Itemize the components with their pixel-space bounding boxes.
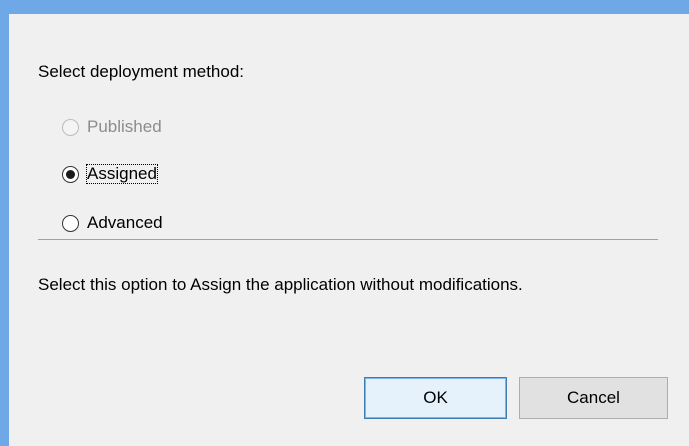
radio-selected-dot <box>66 169 75 179</box>
radio-option-published: Published <box>62 114 163 140</box>
radio-option-advanced[interactable]: Advanced <box>62 210 164 236</box>
separator-line <box>38 239 658 240</box>
assigned-radio[interactable] <box>62 165 79 183</box>
ok-button[interactable]: OK <box>364 377 507 419</box>
dialog-window: Select deployment method: Published Assi… <box>0 0 689 446</box>
published-radio <box>62 118 79 136</box>
advanced-label[interactable]: Advanced <box>86 213 164 233</box>
title-bar[interactable] <box>0 0 689 14</box>
assigned-label[interactable]: Assigned <box>86 164 158 184</box>
published-label: Published <box>87 117 162 136</box>
advanced-radio[interactable] <box>62 214 79 232</box>
cancel-button[interactable]: Cancel <box>519 377 668 419</box>
radio-option-assigned[interactable]: Assigned <box>62 161 158 187</box>
option-description: Select this option to Assign the applica… <box>38 275 523 294</box>
deployment-method-prompt: Select deployment method: <box>38 62 245 81</box>
